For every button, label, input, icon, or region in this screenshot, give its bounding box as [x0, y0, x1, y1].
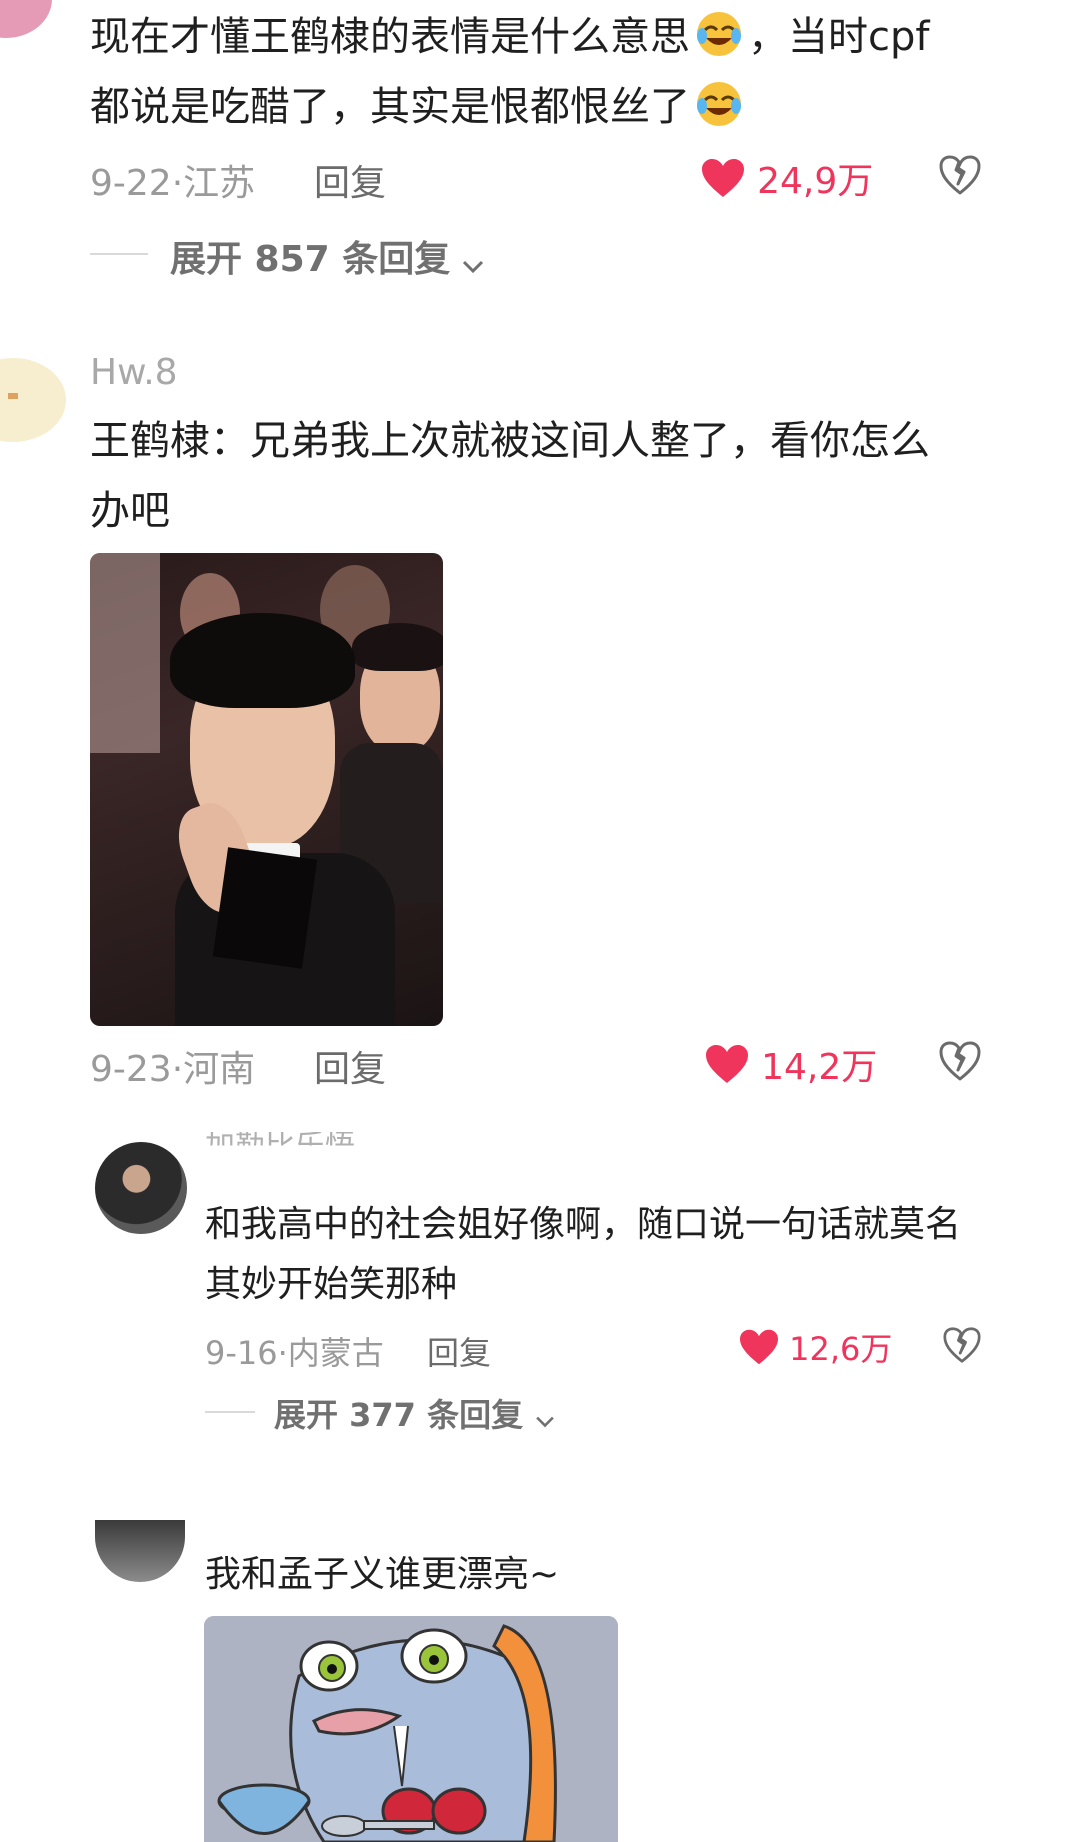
- expand-replies-button[interactable]: 展开 377 条回复: [274, 1390, 556, 1436]
- username-partial[interactable]: 加勒比乐悟: [205, 1132, 605, 1146]
- reply-button[interactable]: 回复: [314, 154, 386, 206]
- comment-text: 现在才懂王鹤棣的表情是什么意思 ，当时cpf: [90, 2, 990, 72]
- broken-heart-icon: [939, 155, 981, 195]
- broken-heart-icon: [939, 1041, 981, 1081]
- dislike-button[interactable]: [938, 1040, 982, 1086]
- comment-date-location: 9-16·内蒙古: [205, 1334, 384, 1372]
- like-button[interactable]: 14,2万: [704, 1038, 877, 1088]
- avatar[interactable]: [0, 0, 52, 38]
- reply-button[interactable]: 回复: [314, 1040, 386, 1092]
- divider: [205, 1411, 255, 1413]
- divider: [90, 253, 148, 255]
- username[interactable]: Hw.8: [90, 352, 178, 393]
- laughing-crying-emoji-icon: [692, 6, 746, 60]
- like-count: 12,6万: [789, 1330, 893, 1368]
- broken-heart-icon: [943, 1327, 981, 1363]
- comment-line-tail: ，当时cpf: [748, 14, 930, 60]
- chevron-down-icon: [463, 260, 484, 273]
- comment-date-location: 9-23·河南: [90, 1049, 256, 1090]
- avatar[interactable]: [0, 358, 66, 442]
- reply-button[interactable]: 回复: [427, 1328, 491, 1374]
- dislike-button[interactable]: [938, 154, 982, 200]
- comment-image[interactable]: [204, 1616, 618, 1842]
- dislike-button[interactable]: [942, 1326, 982, 1368]
- comment-date-location: 9-22·江苏: [90, 163, 256, 204]
- cartoon-fish-illustration: [204, 1616, 618, 1842]
- expand-replies-button[interactable]: 展开 857 条回复: [170, 230, 485, 282]
- chevron-down-icon: [536, 1416, 554, 1427]
- heart-icon: [706, 1045, 748, 1083]
- comment-image[interactable]: [90, 553, 443, 1026]
- like-count: 24,9万: [757, 161, 874, 202]
- comment-text-line2: 办吧: [90, 488, 170, 534]
- comment-text: 和我高中的社会姐好像啊，随口说一句话就莫名: [205, 1204, 962, 1245]
- avatar[interactable]: [95, 1142, 187, 1234]
- comment-text-line2: 都说是吃醋了，其实是恨都恨丝了: [90, 72, 990, 142]
- like-button[interactable]: 12,6万: [738, 1324, 892, 1370]
- comment-text: 我和孟子义谁更漂亮~: [205, 1554, 560, 1595]
- comments-page: 现在才懂王鹤棣的表情是什么意思 ，当时cpf 都说是吃醋了，其实是恨都恨丝了 9…: [0, 0, 1080, 1842]
- comment-line: 现在才懂王鹤棣的表情是什么意思: [90, 14, 690, 60]
- expand-replies-label: 展开 377 条回复: [274, 1396, 524, 1434]
- comment-text-line2: 其妙开始笑那种: [205, 1264, 458, 1305]
- avatar[interactable]: [95, 1520, 185, 1582]
- like-count: 14,2万: [761, 1047, 878, 1088]
- comment-line: 都说是吃醋了，其实是恨都恨丝了: [90, 84, 690, 130]
- comment-text: 王鹤棣：兄弟我上次就被这间人整了，看你怎么: [90, 418, 930, 464]
- like-button[interactable]: 24,9万: [700, 152, 873, 202]
- heart-icon: [702, 159, 744, 197]
- laughing-crying-emoji-icon: [692, 76, 746, 130]
- heart-icon: [740, 1329, 778, 1365]
- expand-replies-label: 展开 857 条回复: [170, 239, 451, 280]
